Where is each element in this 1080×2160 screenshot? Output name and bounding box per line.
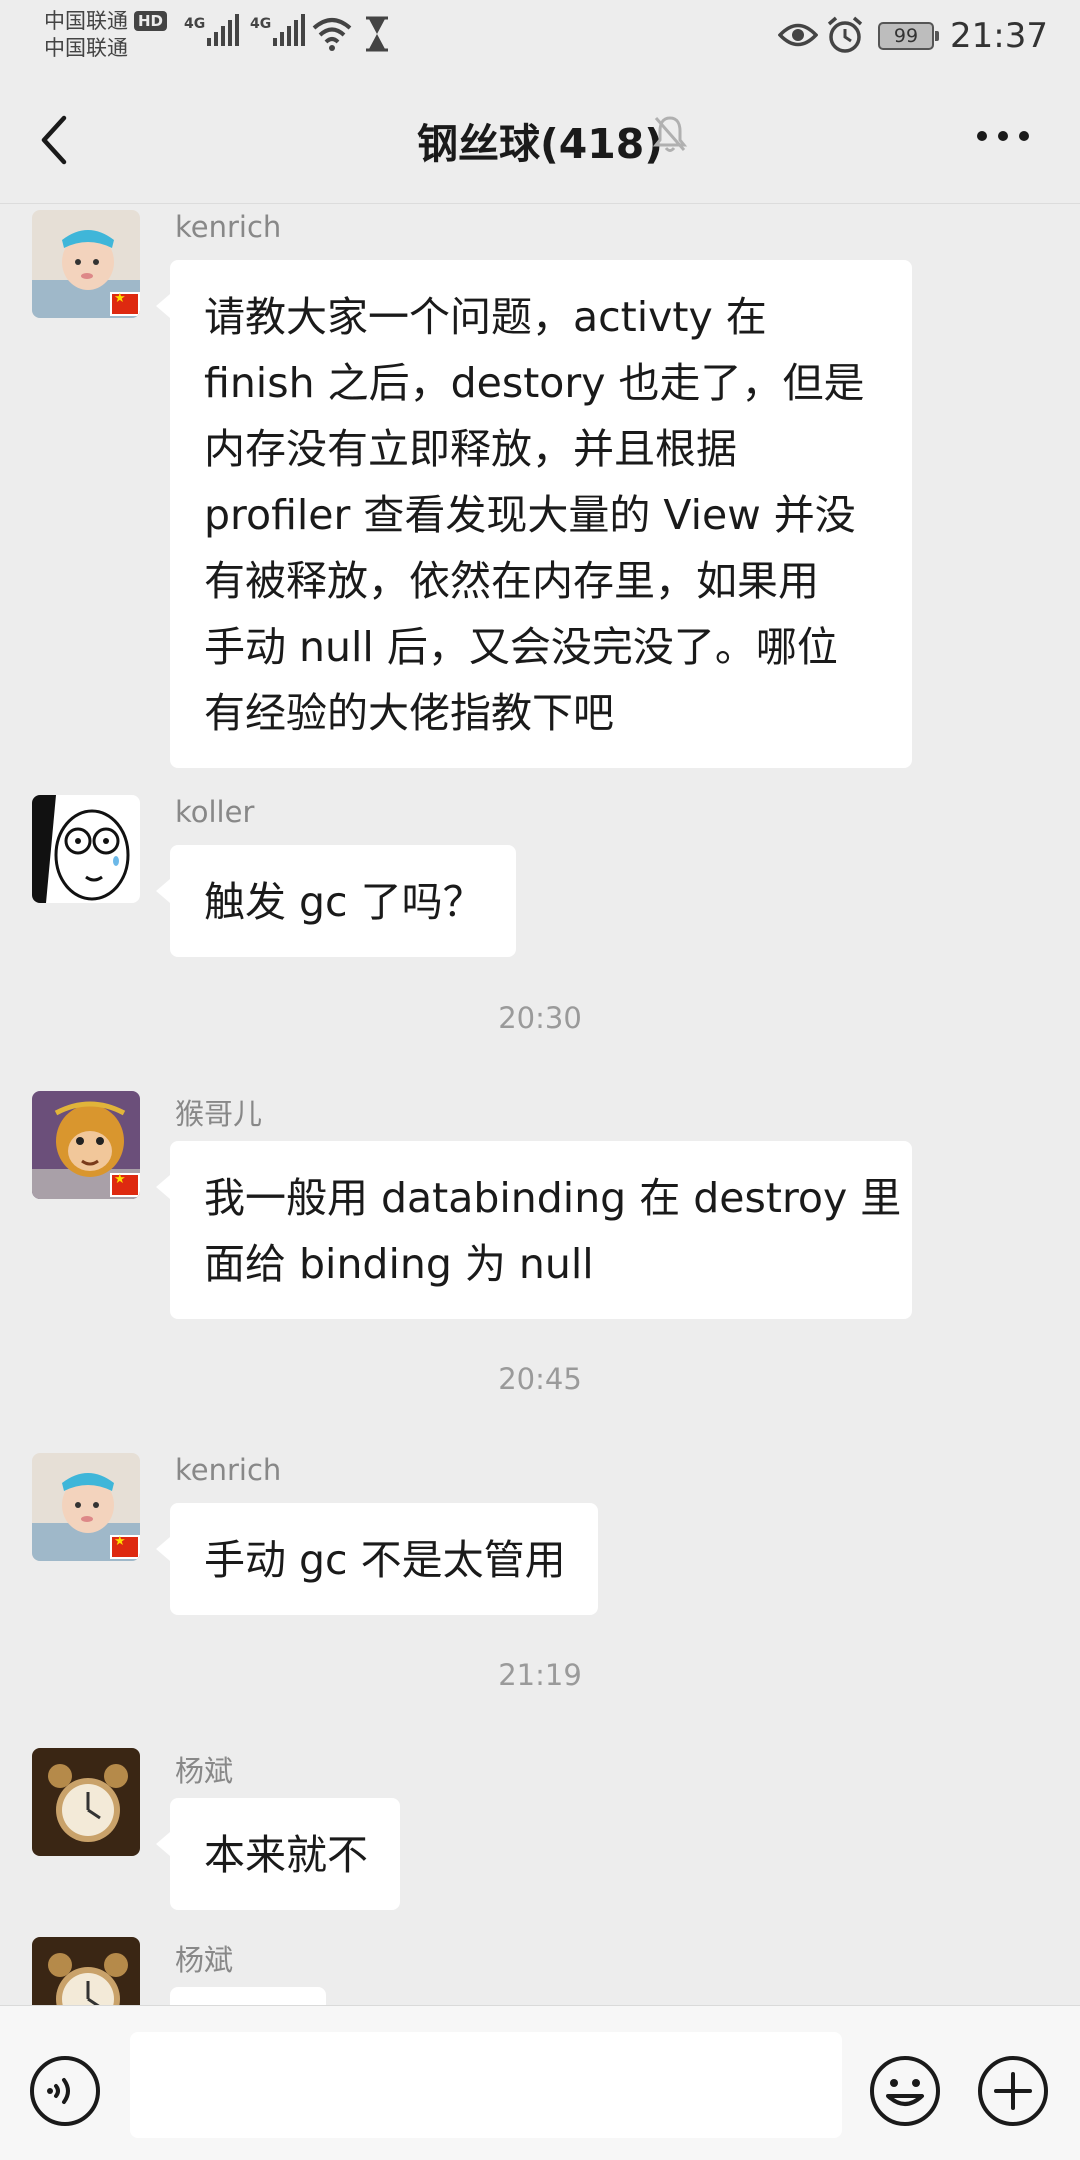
avatar[interactable] (32, 1937, 140, 2005)
eye-icon (778, 23, 818, 47)
alarm-clock-avatar-image (32, 1937, 140, 2005)
alarm-clock-avatar-image (32, 1748, 140, 1856)
message-bubble[interactable]: 手动 gc 不是太管用 (156, 1503, 598, 1615)
timestamp-separator: 21:19 (498, 1658, 582, 1692)
chat-header: 钢丝球(418) (0, 72, 1080, 204)
chat-title: 钢丝球(418) (416, 120, 664, 168)
network-label-2: 4G (250, 16, 272, 32)
flag-badge-icon (110, 1172, 140, 1197)
avatar[interactable] (32, 1453, 140, 1561)
add-more-icon[interactable] (976, 2054, 1050, 2128)
message-input[interactable] (130, 2032, 842, 2138)
message-line: profiler 查看发现大量的 View 并没 (204, 491, 856, 539)
chat-title-wrap: 钢丝球(418) (0, 110, 1080, 170)
signal-icon-2: 4G (250, 14, 306, 46)
message-line: 有经验的大佬指教下吧 (204, 689, 614, 737)
message-line: 本来就不 (204, 1831, 368, 1879)
message-bubble[interactable] (170, 1987, 326, 2005)
message-line: 面给 binding 为 null (204, 1240, 594, 1288)
avatar[interactable] (32, 1748, 140, 1856)
battery-indicator: 99 (878, 22, 939, 50)
message-line: 手动 null 后，又会没完没了。哪位 (204, 623, 838, 671)
mute-bell-icon (652, 116, 688, 152)
message-line: 触发 gc 了吗？ (204, 878, 484, 926)
input-bar (0, 2005, 1080, 2160)
hourglass-icon (366, 16, 388, 52)
message-line: 请教大家一个问题，activty 在 (204, 293, 767, 341)
signal-icon-1: 4G (184, 14, 240, 46)
emoji-icon[interactable] (868, 2054, 942, 2128)
status-time: 21:37 (950, 16, 1048, 56)
message-line: 我一般用 databinding 在 destroy 里 (204, 1174, 902, 1222)
message-bubble[interactable]: 请教大家一个问题，activty 在 finish 之后，destory 也走了… (156, 260, 912, 768)
voice-input-icon[interactable] (28, 2054, 102, 2128)
sender-name: kenrich (175, 1453, 282, 1487)
sender-name: 杨斌 (175, 1943, 234, 1977)
sender-name: kenrich (175, 210, 282, 244)
carrier-1: 中国联通 (44, 9, 128, 33)
cartoon-avatar-image (32, 795, 140, 903)
timestamp-separator: 20:45 (498, 1362, 582, 1396)
avatar[interactable] (32, 795, 140, 903)
carrier-2: 中国联通 (44, 36, 128, 60)
message-line: 有被释放，依然在内存里，如果用 (204, 557, 819, 605)
timestamp-separator: 20:30 (498, 1001, 582, 1035)
flag-badge-icon (110, 291, 140, 316)
message-list[interactable]: kenrich 请教大家一个问题，activty 在 finish 之后，des… (0, 205, 1080, 2005)
more-options-icon[interactable] (976, 130, 1030, 142)
sender-name: koller (175, 795, 255, 829)
flag-badge-icon (110, 1534, 140, 1559)
message-bubble[interactable]: 本来就不 (156, 1798, 400, 1910)
message-line: 内存没有立即释放，并且根据 (204, 425, 737, 473)
alarm-icon (827, 16, 863, 53)
message-bubble[interactable]: 触发 gc 了吗？ (156, 845, 516, 957)
hd-badge: HD (134, 11, 168, 31)
carrier-info: 中国联通 HD 中国联通 (44, 8, 168, 62)
network-label-1: 4G (184, 16, 206, 32)
sender-name: 杨斌 (175, 1754, 234, 1788)
avatar[interactable] (32, 1091, 140, 1199)
message-line: 手动 gc 不是太管用 (204, 1536, 566, 1584)
status-bar: 中国联通 HD 中国联通 4G 4G 99 21:37 (0, 0, 1080, 72)
message-bubble[interactable]: 我一般用 databinding 在 destroy 里 面给 binding … (156, 1141, 912, 1319)
avatar[interactable] (32, 210, 140, 318)
wifi-icon (312, 18, 352, 51)
sender-name: 猴哥儿 (175, 1097, 263, 1131)
message-line: finish 之后，destory 也走了，但是 (204, 359, 865, 407)
